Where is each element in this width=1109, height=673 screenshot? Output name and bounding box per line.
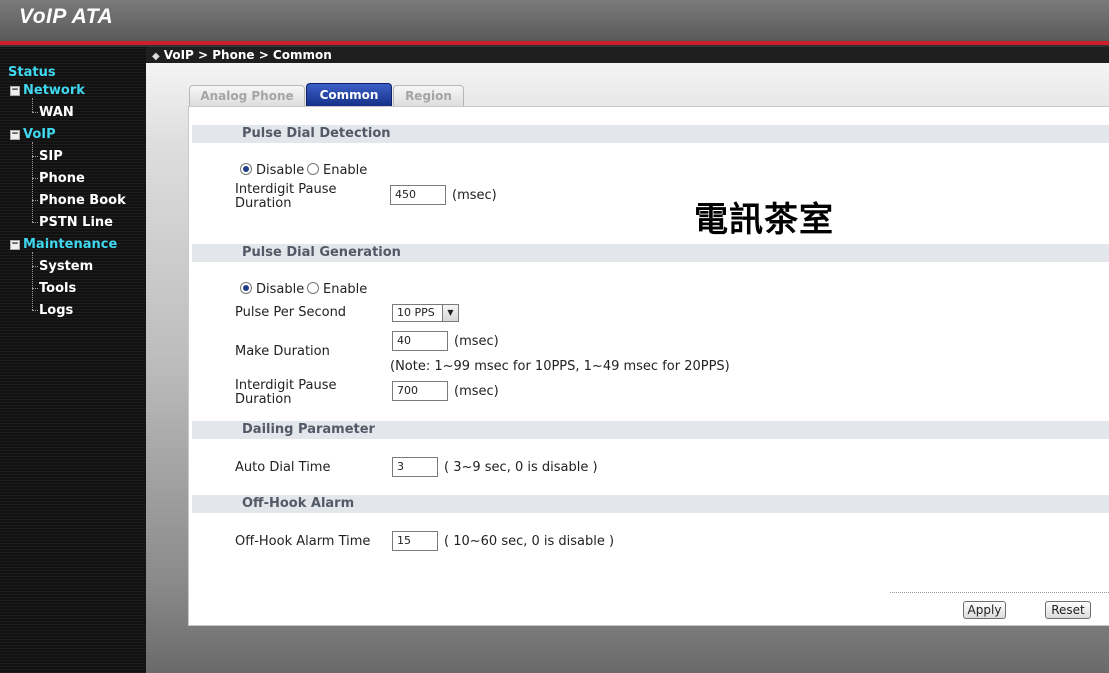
section-title: Pulse Dial Generation — [242, 245, 401, 260]
tree-connector — [32, 200, 38, 201]
tree-connector — [32, 310, 38, 311]
breadcrumb: ◆ VoIP > Phone > Common — [152, 47, 332, 63]
button-divider — [890, 592, 1109, 593]
offhook-alarm-label: Off-Hook Alarm Time — [235, 534, 371, 549]
dropdown-arrow-icon[interactable]: ▼ — [442, 305, 458, 321]
radio-selected-icon[interactable] — [240, 163, 252, 175]
sidebar-item-sip[interactable]: SIP — [39, 148, 63, 166]
pulse-detection-disable-option[interactable]: Disable — [240, 163, 304, 178]
detection-interdigit-label-line1: Interdigit Pause — [235, 182, 337, 197]
pulse-detection-enable-option[interactable]: Enable — [307, 163, 367, 178]
detection-interdigit-input[interactable]: 450 — [390, 185, 446, 205]
offhook-alarm-input[interactable]: 15 — [392, 531, 438, 551]
generation-interdigit-input[interactable]: 700 — [392, 381, 448, 401]
tree-connector — [32, 98, 33, 112]
radio-unselected-icon[interactable] — [307, 163, 319, 175]
generation-interdigit-label-line2: Duration — [235, 392, 292, 407]
tab-region[interactable]: Region — [393, 85, 464, 107]
section-header-offhook: Off-Hook Alarm — [192, 495, 1109, 513]
tree-connector — [32, 156, 38, 157]
offhook-alarm-hint: ( 10~60 sec, 0 is disable ) — [444, 534, 615, 549]
tab-common[interactable]: Common — [306, 83, 392, 107]
auto-dial-hint: ( 3~9 sec, 0 is disable ) — [444, 460, 598, 475]
collapse-icon[interactable]: − — [10, 86, 20, 96]
tab-analog-phone[interactable]: Analog Phone — [189, 85, 305, 107]
sidebar-item-pstn-line[interactable]: PSTN Line — [39, 214, 113, 232]
pps-label: Pulse Per Second — [235, 305, 347, 320]
make-duration-unit: (msec) — [454, 334, 499, 349]
tree-connector — [32, 222, 38, 223]
section-header-dialing: Dailing Parameter — [192, 421, 1109, 439]
reset-button[interactable]: Reset — [1045, 601, 1091, 619]
auto-dial-label: Auto Dial Time — [235, 460, 331, 475]
sidebar-item-maintenance[interactable]: Maintenance — [23, 236, 117, 254]
detection-interdigit-label-line2: Duration — [235, 196, 292, 211]
sidebar-item-status[interactable]: Status — [8, 64, 56, 82]
sidebar-item-tools[interactable]: Tools — [39, 280, 76, 298]
make-duration-input[interactable]: 40 — [392, 331, 448, 351]
tree-connector — [32, 252, 33, 310]
watermark: 電訊茶室 — [694, 200, 834, 240]
section-header-pulse-generation: Pulse Dial Generation — [192, 244, 1109, 262]
sidebar-item-voip[interactable]: VoIP — [23, 126, 56, 144]
app-header: VoIP ATA — [0, 0, 1109, 41]
pulse-generation-enable-option[interactable]: Enable — [307, 282, 367, 297]
tree-connector — [32, 112, 38, 113]
sidebar-item-phone[interactable]: Phone — [39, 170, 85, 188]
tree-connector — [32, 142, 33, 222]
collapse-icon[interactable]: − — [10, 130, 20, 140]
sidebar-item-system[interactable]: System — [39, 258, 93, 276]
diamond-icon: ◆ — [152, 51, 160, 62]
sidebar: Status − Network WAN − VoIP SIP Phone Ph… — [0, 47, 146, 673]
radio-label: Disable — [256, 163, 305, 178]
radio-label: Enable — [323, 282, 368, 297]
pulse-generation-disable-option[interactable]: Disable — [240, 282, 304, 297]
radio-unselected-icon[interactable] — [307, 282, 319, 294]
section-header-pulse-detection: Pulse Dial Detection — [192, 125, 1109, 143]
sidebar-item-phone-book[interactable]: Phone Book — [39, 192, 126, 210]
pps-select-value: 10 PPS — [397, 306, 435, 319]
breadcrumb-text: VoIP > Phone > Common — [163, 48, 332, 62]
section-title: Dailing Parameter — [242, 422, 375, 437]
make-duration-note: (Note: 1~99 msec for 10PPS, 1~49 msec fo… — [390, 359, 730, 374]
make-duration-label: Make Duration — [235, 344, 330, 359]
app-title: VoIP ATA — [19, 5, 114, 28]
generation-interdigit-unit: (msec) — [454, 384, 499, 399]
section-title: Pulse Dial Detection — [242, 126, 391, 141]
tree-connector — [32, 288, 38, 289]
radio-label: Disable — [256, 282, 305, 297]
sidebar-item-logs[interactable]: Logs — [39, 302, 73, 320]
collapse-icon[interactable]: − — [10, 240, 20, 250]
apply-button[interactable]: Apply — [963, 601, 1006, 619]
sidebar-item-wan[interactable]: WAN — [39, 104, 74, 122]
radio-selected-icon[interactable] — [240, 282, 252, 294]
radio-label: Enable — [323, 163, 368, 178]
pps-select[interactable]: 10 PPS ▼ — [392, 304, 459, 322]
auto-dial-input[interactable]: 3 — [392, 457, 438, 477]
tree-connector — [32, 266, 38, 267]
tree-connector — [32, 178, 38, 179]
generation-interdigit-label-line1: Interdigit Pause — [235, 378, 337, 393]
detection-interdigit-unit: (msec) — [452, 188, 497, 203]
section-title: Off-Hook Alarm — [242, 496, 355, 511]
